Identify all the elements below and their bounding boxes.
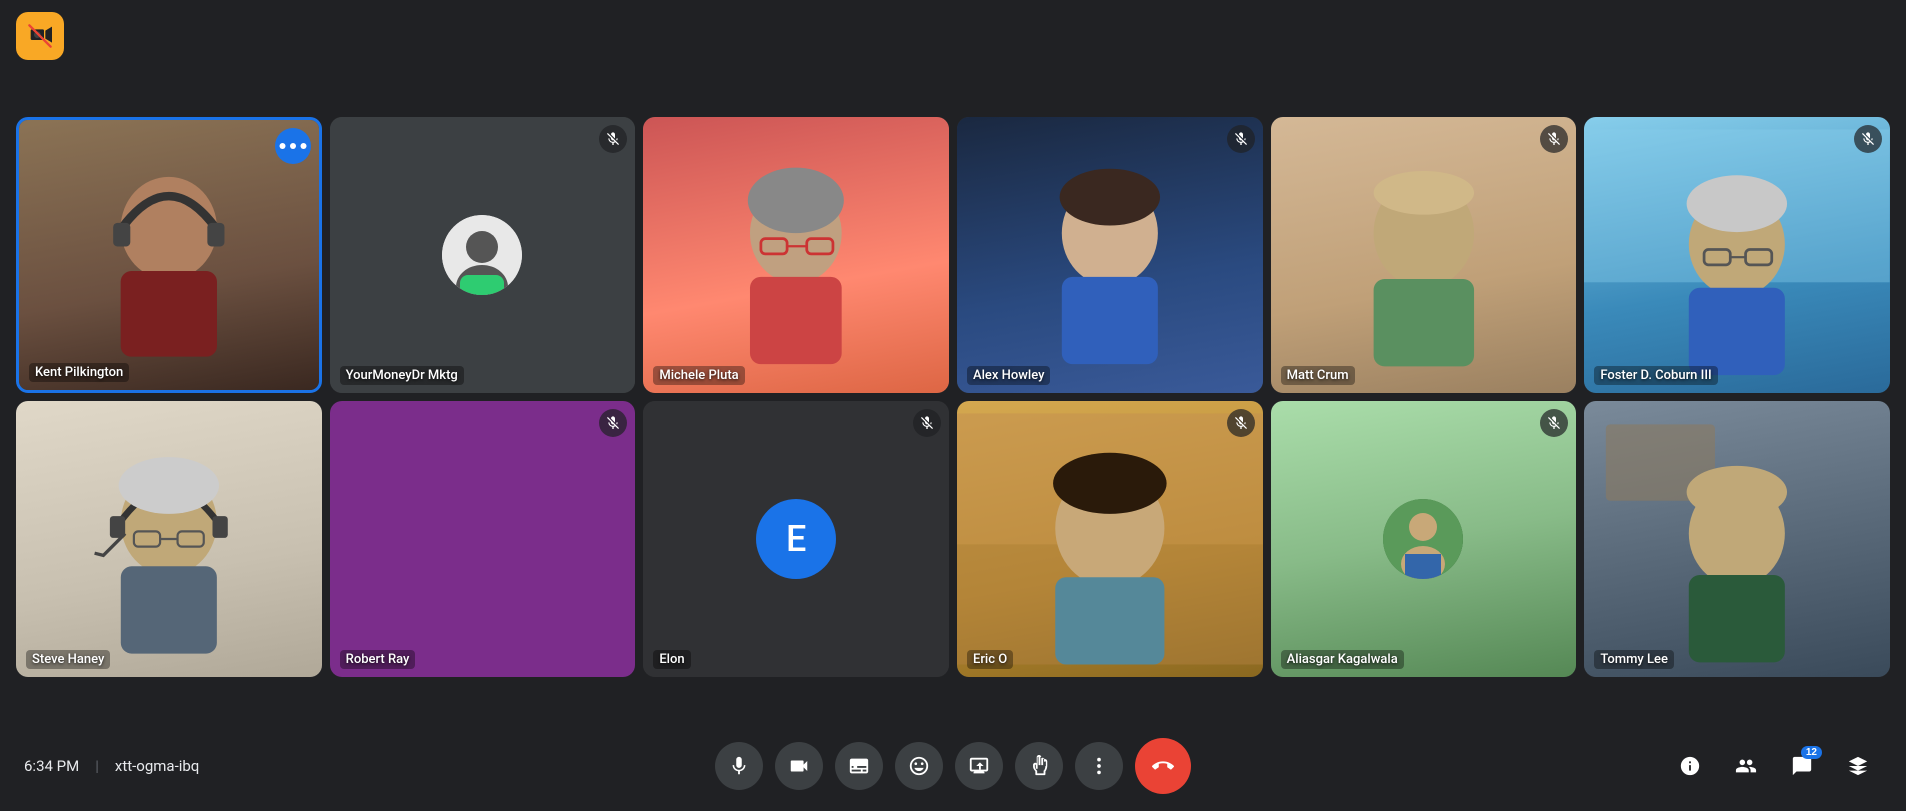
mute-icon-alex: [1227, 125, 1255, 153]
end-call-button[interactable]: [1135, 738, 1191, 794]
video-tile-robert: Robert Ray: [330, 401, 636, 677]
chat-badge: 12: [1801, 746, 1822, 759]
video-tile-michele: Michele Pluta: [643, 117, 949, 393]
video-tile-elon: E Elon: [643, 401, 949, 677]
mute-icon-eric: [1227, 409, 1255, 437]
video-tile-aliasgar: Aliasgar Kagalwala: [1271, 401, 1577, 677]
more-options-icon[interactable]: [275, 128, 311, 164]
participant-name-robert: Robert Ray: [340, 650, 416, 669]
video-tile-tommy: Tommy Lee: [1584, 401, 1890, 677]
mute-icon-foster: [1854, 125, 1882, 153]
people-button[interactable]: [1722, 742, 1770, 790]
participant-name-alex: Alex Howley: [967, 366, 1050, 385]
video-tile-matt: Matt Crum: [1271, 117, 1577, 393]
video-grid: Kent Pilkington YourMoneyDr Mktg: [16, 117, 1890, 677]
participant-name-michele: Michele Pluta: [653, 366, 744, 385]
participant-name-steve: Steve Haney: [26, 650, 110, 669]
video-tile-kent: Kent Pilkington: [16, 117, 322, 393]
participant-name-matt: Matt Crum: [1281, 366, 1355, 385]
video-tile-alex: Alex Howley: [957, 117, 1263, 393]
mute-icon-robert: [599, 409, 627, 437]
meeting-id: xtt-ogma-ibq: [115, 757, 199, 775]
mute-icon-aliasgar: [1540, 409, 1568, 437]
participant-name-eric: Eric O: [967, 650, 1013, 669]
mute-icon-money: [599, 125, 627, 153]
mute-icon-elon: [913, 409, 941, 437]
participant-name-kent: Kent Pilkington: [29, 363, 129, 382]
mute-icon-matt: [1540, 125, 1568, 153]
video-tile-eric: Eric O: [957, 401, 1263, 677]
right-controls: 12: [1662, 742, 1882, 790]
meeting-info: 6:34 PM | xtt-ogma-ibq: [24, 757, 244, 775]
participant-name-tommy: Tommy Lee: [1594, 650, 1674, 669]
camera-button[interactable]: [775, 742, 823, 790]
meeting-divider: |: [95, 757, 99, 775]
controls: [715, 738, 1191, 794]
activities-button[interactable]: [1834, 742, 1882, 790]
top-bar: [0, 0, 1906, 72]
participant-name-money: YourMoneyDr Mktg: [340, 366, 464, 385]
meeting-time: 6:34 PM: [24, 757, 79, 775]
captions-button[interactable]: [835, 742, 883, 790]
video-grid-area: Kent Pilkington YourMoneyDr Mktg: [0, 72, 1906, 721]
mic-button[interactable]: [715, 742, 763, 790]
info-button[interactable]: [1666, 742, 1714, 790]
present-button[interactable]: [955, 742, 1003, 790]
participant-name-foster: Foster D. Coburn III: [1594, 366, 1717, 385]
chat-button[interactable]: 12: [1778, 742, 1826, 790]
video-tile-foster: Foster D. Coburn III: [1584, 117, 1890, 393]
more-options-button[interactable]: [1075, 742, 1123, 790]
emoji-button[interactable]: [895, 742, 943, 790]
participant-name-elon: Elon: [653, 650, 690, 669]
participant-name-aliasgar: Aliasgar Kagalwala: [1281, 650, 1404, 669]
bottom-bar: 6:34 PM | xtt-ogma-ibq: [0, 721, 1906, 811]
app-logo: [16, 12, 64, 60]
raise-hand-button[interactable]: [1015, 742, 1063, 790]
video-tile-money: YourMoneyDr Mktg: [330, 117, 636, 393]
video-tile-steve: Steve Haney: [16, 401, 322, 677]
